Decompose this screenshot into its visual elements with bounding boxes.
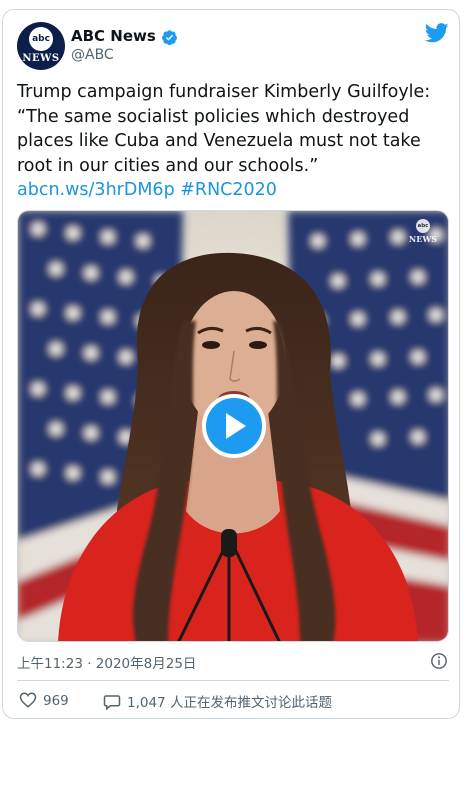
tweet-body: Trump campaign fundraiser Kimberly Guilf… (17, 82, 436, 176)
tweet-link[interactable]: abcn.ws/3hrDM6p (17, 180, 175, 200)
video-thumbnail[interactable]: abc NEWS (17, 210, 449, 642)
play-button[interactable] (202, 394, 266, 458)
reply-conversation-link[interactable]: 1,047 人正在发布推文讨论此话题 (103, 691, 332, 711)
reply-count-text: 1,047 人正在发布推文讨论此话题 (127, 695, 332, 711)
watermark-logo: abc (416, 219, 430, 233)
play-icon (226, 413, 246, 439)
like-button[interactable]: 969 (19, 691, 69, 709)
tweet-timestamp[interactable]: 上午11:23 · 2020年8月25日 (17, 652, 196, 672)
tweet-hashtag[interactable]: #RNC2020 (180, 180, 277, 200)
info-icon[interactable] (430, 652, 448, 670)
divider (17, 680, 449, 681)
tweet-text: Trump campaign fundraiser Kimberly Guilf… (17, 80, 449, 203)
heart-icon (19, 692, 37, 708)
account-name[interactable]: ABC News (71, 27, 156, 45)
watermark-news-text: NEWS (408, 234, 438, 244)
tweet-card[interactable]: abc NEWS ABC News @ABC Trump campaign fu… (2, 9, 460, 719)
avatar-news-text: NEWS (22, 53, 60, 64)
abc-news-watermark: abc NEWS (406, 219, 440, 247)
like-count: 969 (43, 693, 69, 709)
verified-badge-icon (162, 30, 177, 46)
speech-bubble-icon (103, 695, 121, 711)
avatar-logo: abc (29, 27, 53, 51)
twitter-bird-icon[interactable] (425, 23, 449, 43)
avatar[interactable]: abc NEWS (17, 22, 65, 70)
account-handle[interactable]: @ABC (71, 47, 114, 63)
